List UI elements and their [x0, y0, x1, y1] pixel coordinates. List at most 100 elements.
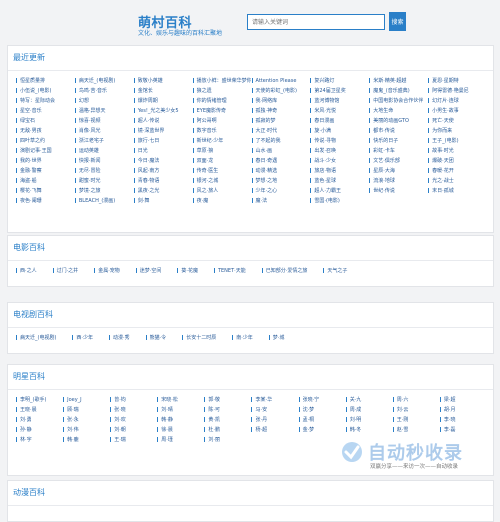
latest-update-link[interactable]: 雪国·(电影)	[309, 196, 368, 206]
latest-update-link[interactable]: 幻想	[74, 96, 133, 106]
star-link[interactable]: 刘·晴	[156, 405, 203, 415]
latest-update-link[interactable]: 鸟鸣·苦·音乐	[74, 86, 133, 96]
star-link[interactable]: 张·永	[62, 415, 109, 425]
latest-update-link[interactable]: 狼之遗	[192, 86, 251, 96]
latest-update-link[interactable]: 王子_(电影)	[427, 136, 486, 146]
latest-update-link[interactable]: 浙江老宅子	[74, 136, 133, 146]
movie-link[interactable]: 已知部分·爱情之旅	[261, 266, 307, 276]
star-link[interactable]: 梁·超	[439, 395, 486, 405]
latest-update-link[interactable]: 快乐的日子	[368, 136, 427, 146]
latest-update-link[interactable]: 青春·物语	[133, 176, 192, 186]
latest-update-link[interactable]: BLEACH_(漫画)	[74, 196, 133, 206]
tv-link[interactable]: 熊猫·令	[145, 333, 166, 343]
star-link[interactable]: 孟·桐	[298, 415, 345, 425]
latest-update-link[interactable]: 夜色·阑珊	[15, 196, 74, 206]
latest-update-link[interactable]: 温格·异想天	[74, 106, 133, 116]
star-link[interactable]: 张晓·宁	[298, 395, 345, 405]
latest-update-link[interactable]: 春日漫画	[309, 116, 368, 126]
latest-update-link[interactable]: 米斯·精英·超越	[368, 76, 427, 86]
latest-update-link[interactable]: 蓝河博物馆	[309, 96, 368, 106]
latest-update-link[interactable]: 今日·魔法	[133, 156, 192, 166]
star-link[interactable]: Joey_J	[62, 395, 109, 405]
tv-link[interactable]: 动漫·秀	[108, 333, 130, 343]
star-link[interactable]: 周·成	[345, 405, 392, 415]
star-link[interactable]: 金·梦	[298, 425, 345, 435]
star-link[interactable]: 关·九	[345, 395, 392, 405]
star-link[interactable]: 张·晓	[109, 405, 156, 415]
latest-update-link[interactable]: 梦想·之地	[251, 176, 310, 186]
latest-update-link[interactable]: 金融·警察	[15, 166, 74, 176]
star-link[interactable]: 马·安	[250, 405, 297, 415]
latest-update-link[interactable]: 银河·之城	[192, 176, 251, 186]
latest-update-link[interactable]: 你的情绪管理	[192, 96, 251, 106]
latest-update-link[interactable]: 风之·旅人	[192, 186, 251, 196]
star-link[interactable]: 韩·静	[156, 415, 203, 425]
movie-link[interactable]: TENET·天能	[213, 266, 246, 276]
latest-update-link[interactable]: 出发·召唤	[309, 146, 368, 156]
movie-link[interactable]: 葵·花魔	[176, 266, 198, 276]
latest-update-link[interactable]: 数字音乐	[192, 126, 251, 136]
star-link[interactable]: 李明_(歌手)	[15, 395, 62, 405]
star-link[interactable]: 刘·明	[345, 415, 392, 425]
star-link[interactable]: 赵·雪	[392, 425, 439, 435]
latest-update-link[interactable]: 动漫·精选	[251, 166, 310, 176]
latest-update-link[interactable]: 无尽·冒险	[74, 166, 133, 176]
star-link[interactable]: 张·丹	[250, 415, 297, 425]
latest-update-link[interactable]: 魔·法	[251, 196, 310, 206]
latest-update-link[interactable]: 了不起的我	[251, 136, 310, 146]
latest-update-link[interactable]: 爆炸周期	[133, 96, 192, 106]
star-link[interactable]: 陈·可	[203, 405, 250, 415]
star-link[interactable]: 李某·华	[250, 395, 297, 405]
tv-link[interactable]: 南·少年	[231, 333, 253, 343]
latest-update-link[interactable]: 小伍说_(电影)	[15, 86, 74, 96]
tv-link[interactable]: 西·少年	[71, 333, 93, 343]
star-link[interactable]: 李·磊	[439, 425, 486, 435]
star-link[interactable]: 王·瑞	[109, 435, 156, 445]
latest-update-link[interactable]: Attention Please	[251, 76, 310, 86]
latest-update-link[interactable]: 孤寂的梦	[251, 116, 310, 126]
latest-update-link[interactable]: 快报·新闻	[74, 156, 133, 166]
latest-update-link[interactable]: 病天迁_(电视剧)	[74, 76, 133, 86]
latest-update-link[interactable]: 旅行·七日	[133, 136, 192, 146]
star-link[interactable]: 刘·丽	[203, 435, 250, 445]
latest-update-link[interactable]: EYE魔影传奇	[192, 106, 251, 116]
star-link[interactable]: 王晓·晨	[15, 405, 62, 415]
latest-update-link[interactable]: 演剧记事·王国	[15, 146, 74, 156]
latest-update-link[interactable]: 大地生命	[368, 106, 427, 116]
star-link[interactable]: 刘·云	[392, 405, 439, 415]
latest-update-link[interactable]: 为你而来	[427, 126, 486, 136]
star-link[interactable]: 宋晓·松	[156, 395, 203, 405]
star-link[interactable]: 周·六	[392, 395, 439, 405]
latest-update-link[interactable]: 魔鬼_(音乐盛典)	[368, 86, 427, 96]
latest-update-link[interactable]: 流浪·地球	[368, 176, 427, 186]
movie-link[interactable]: 过门·之井	[52, 266, 78, 276]
latest-update-link[interactable]: 海盗·船	[15, 176, 74, 186]
star-link[interactable]: 杜·鹏	[203, 425, 250, 435]
latest-update-link[interactable]: 风起·南方	[133, 166, 192, 176]
latest-update-link[interactable]: 世纪·传说	[368, 186, 427, 196]
star-link[interactable]: 刘·勇	[15, 415, 62, 425]
latest-update-link[interactable]: 无敌·男孩	[15, 126, 74, 136]
latest-update-link[interactable]: 四叶草之约	[15, 136, 74, 146]
latest-update-link[interactable]: 播放小鲜：盛世荣华梦你	[192, 76, 251, 86]
star-link[interactable]: 刘·欢	[109, 415, 156, 425]
star-link[interactable]: 曾·钧	[109, 395, 156, 405]
star-link[interactable]: 王·刚	[392, 415, 439, 425]
star-link[interactable]: 刘·朝	[109, 425, 156, 435]
latest-update-link[interactable]: 超人·传说	[133, 116, 192, 126]
latest-update-link[interactable]: 特写：星际动会	[15, 96, 74, 106]
star-link[interactable]: 刘·伟	[62, 425, 109, 435]
latest-update-link[interactable]: 双面·龙	[192, 156, 251, 166]
latest-update-link[interactable]: 我的·世界	[15, 156, 74, 166]
tv-link[interactable]: 病天迁_(电视剧)	[15, 333, 56, 343]
star-link[interactable]: 林·宇	[15, 435, 62, 445]
latest-update-link[interactable]: 春暖·花开	[427, 166, 486, 176]
latest-update-link[interactable]: 传奇·医生	[192, 166, 251, 176]
latest-update-link[interactable]: 第24届卫星奖	[309, 86, 368, 96]
latest-update-link[interactable]: 甜蜜·时光	[74, 176, 133, 186]
latest-update-link[interactable]: 致敬小英雄	[133, 76, 192, 86]
movie-link[interactable]: 迷梦·空间	[135, 266, 161, 276]
star-link[interactable]: 郭·敬	[203, 395, 250, 405]
star-link[interactable]: 韩·冬	[345, 425, 392, 435]
latest-update-link[interactable]: 山水·画	[251, 146, 310, 156]
